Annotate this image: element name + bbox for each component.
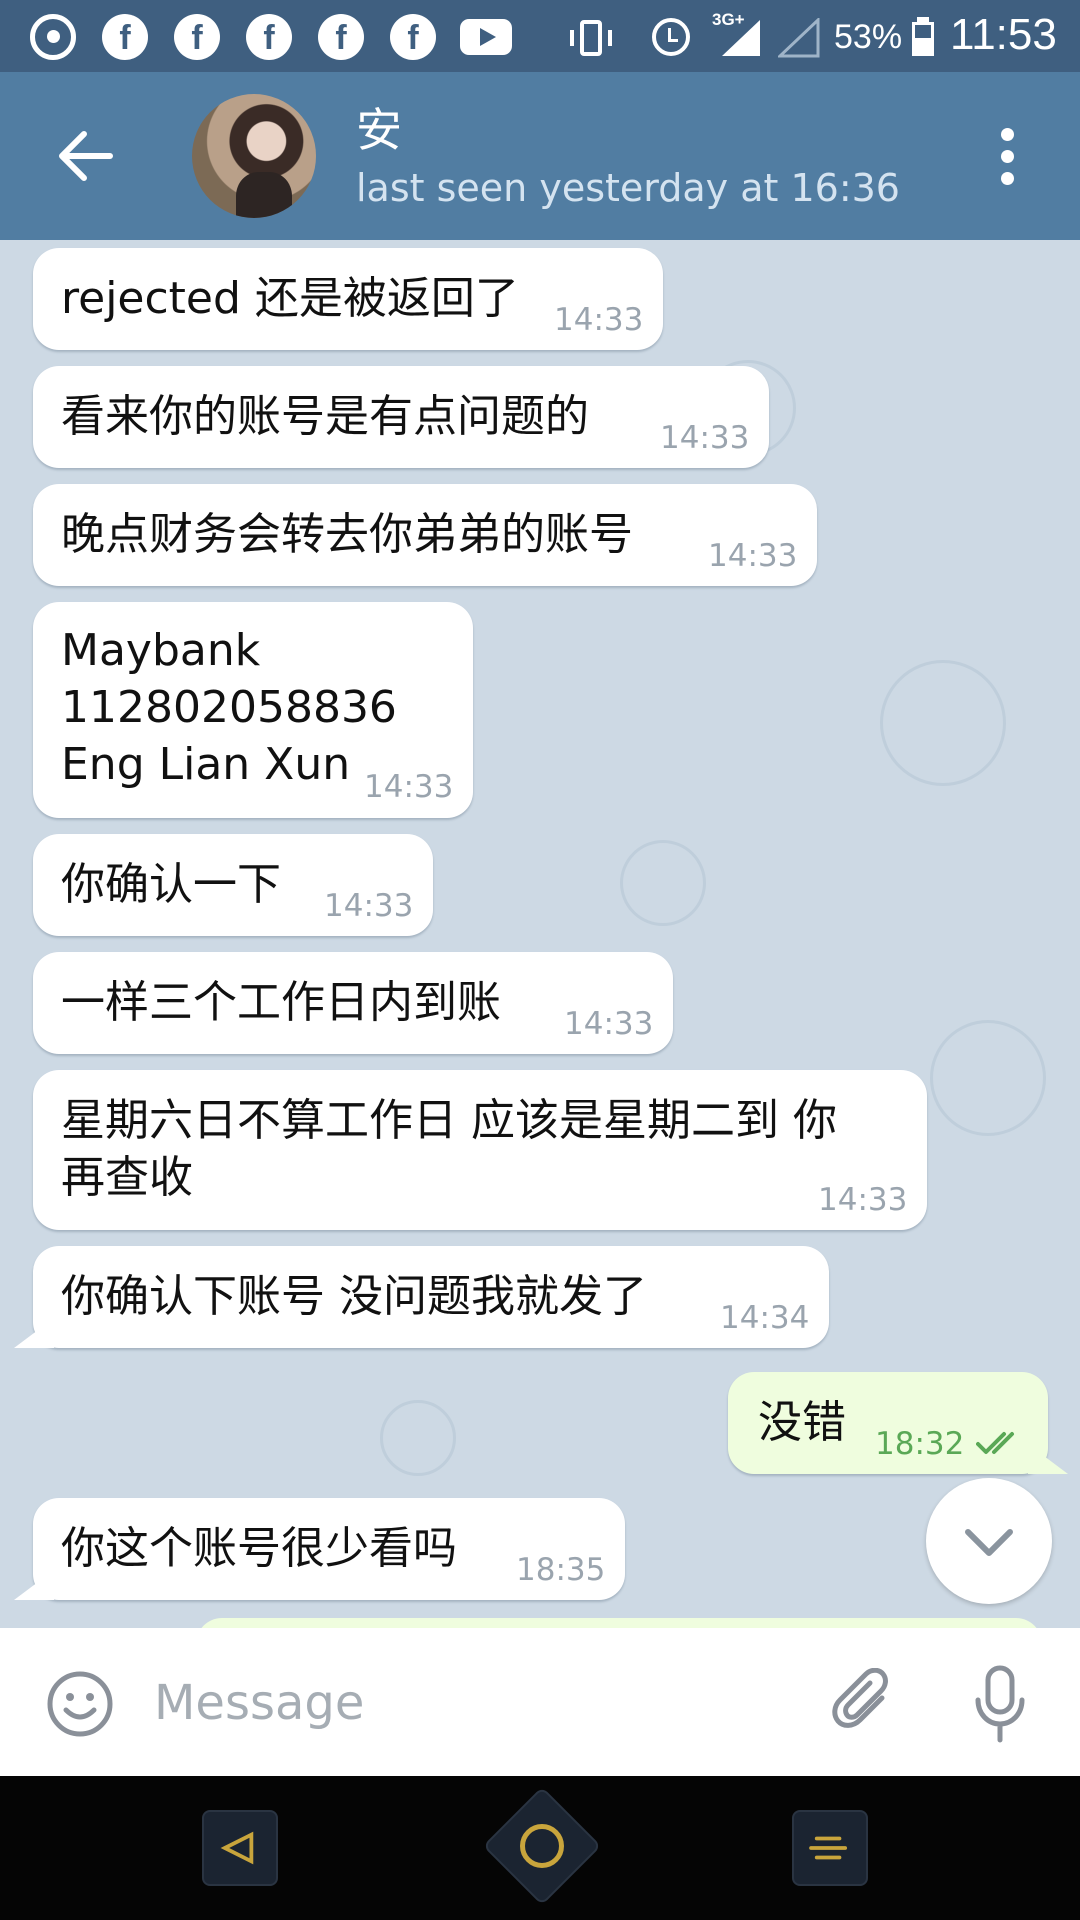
alarm-icon [652,18,690,56]
avatar[interactable] [192,94,316,218]
message-time: 14:33 [708,538,798,574]
message-text: 看来你的账号是有点问题的 [61,391,589,442]
message-time: 18:32 [875,1426,965,1462]
battery-percent: 53% [834,18,903,56]
scroll-to-bottom-button[interactable] [926,1478,1052,1604]
facebook-icon: f [102,14,148,60]
paperclip-icon [832,1668,888,1728]
battery-level [915,38,931,53]
message-time: 14:33 [324,888,414,924]
message-text: 你确认下账号 没问题我就发了 [61,1271,647,1322]
clock: 11:53 [950,10,1057,59]
status-bar: f f f f f 3G+ 53% 11:53 [0,0,1080,72]
message-composer [0,1628,1080,1776]
message-input[interactable] [152,1664,796,1742]
facebook-icon: f [174,14,220,60]
message-time: 14:33 [818,1182,908,1218]
message-bubble-incoming[interactable]: 你确认下账号 没问题我就发了 14:34 [33,1246,829,1348]
message-text: 晚点财务会转去你弟弟的账号 [61,509,633,560]
facebook-icon: f [390,14,436,60]
facebook-icon: f [318,14,364,60]
read-ticks-icon [976,1432,1014,1454]
message-time: 14:33 [554,302,644,338]
whatsapp-icon [30,14,76,60]
system-navigation-bar [0,1776,1080,1920]
message-bubble-incoming[interactable]: 星期六日不算工作日 应该是星期二到 你 再查收 14:33 [33,1070,927,1230]
chevron-down-icon [965,1529,1013,1556]
message-text: Maybank 112802058836 Eng Lian Xun [61,625,397,790]
message-bubble-incoming[interactable]: 你这个账号很少看吗 18:35 [33,1498,625,1600]
message-bubble-incoming[interactable]: 晚点财务会转去你弟弟的账号 14:33 [33,484,817,586]
chat-header: 安 last seen yesterday at 16:36 [0,72,1080,240]
vibrate-icon [570,20,612,56]
signal-empty-icon [778,18,820,58]
youtube-icon [460,19,512,55]
contact-name[interactable]: 安 [356,94,402,160]
message-list[interactable]: rejected 还是被返回了 14:33 看来你的账号是有点问题的 14:33… [0,240,1080,1628]
bubble-tail [1028,1444,1068,1474]
more-vert-dot [1001,172,1014,185]
message-time: 14:33 [660,420,750,456]
message-text: 你确认一下 [61,859,281,910]
contact-last-seen: last seen yesterday at 16:36 [356,166,900,210]
message-bubble-incoming[interactable]: 一样三个工作日内到账 14:33 [33,952,673,1054]
message-text: rejected 还是被返回了 [61,273,519,324]
message-time: 14:34 [720,1300,810,1336]
message-text: 一样三个工作日内到账 [61,977,501,1028]
arrow-left-icon [59,131,113,181]
emoji-button[interactable] [46,1670,114,1738]
message-bubble-incoming[interactable]: 看来你的账号是有点问题的 14:33 [33,366,769,468]
wallpaper-doodle [930,1020,1046,1136]
wallpaper-doodle [380,1400,456,1476]
wallpaper-doodle [620,840,706,926]
attach-button[interactable] [830,1668,900,1738]
wallpaper-doodle [880,660,1006,786]
more-options-button[interactable] [990,124,1026,188]
nav-home-icon [520,1824,564,1868]
message-bubble-incoming[interactable]: Maybank 112802058836 Eng Lian Xun 14:33 [33,602,473,818]
message-text: 没错 [758,1397,846,1448]
nav-recents-icon [809,1836,848,1860]
message-bubble-incoming[interactable]: 你确认一下 14:33 [33,834,433,936]
microphone-button[interactable] [970,1664,1030,1744]
microphone-icon [985,1665,1015,1715]
smile-icon [47,1671,113,1737]
message-time: 14:33 [564,1006,654,1042]
signal-icon [722,20,760,56]
nav-back-button[interactable] [202,1810,278,1886]
message-bubble-incoming[interactable]: rejected 还是被返回了 14:33 [33,248,663,350]
more-vert-dot [1001,150,1014,163]
message-text: 星期六日不算工作日 应该是星期二到 你 再查收 [61,1095,837,1203]
battery-icon [912,22,934,56]
message-time: 18:35 [516,1552,606,1588]
message-text: 你这个账号很少看吗 [61,1523,457,1574]
more-vert-icon [1001,128,1014,141]
facebook-icon: f [246,14,292,60]
message-time: 14:33 [364,769,454,805]
message-bubble-outgoing[interactable]: 没错 18:32 [728,1372,1048,1474]
nav-back-icon [220,1831,254,1865]
nav-recents-button[interactable] [792,1810,868,1886]
back-button[interactable] [54,124,118,188]
